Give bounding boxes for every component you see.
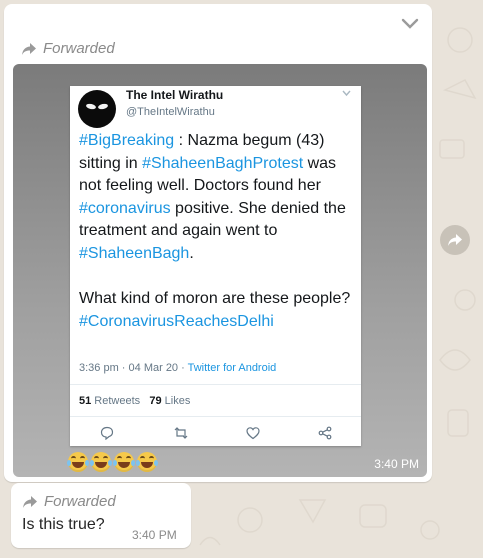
hashtag: #coronavirus bbox=[79, 199, 171, 217]
reply-icon bbox=[100, 426, 114, 440]
laughing-crying-emoji-icon bbox=[113, 452, 135, 472]
tweet-card: The Intel Wirathu @TheIntelWirathu #BigB… bbox=[70, 86, 361, 446]
tweet-meta: 3:36 pm · 04 Mar 20 · Twitter for Androi… bbox=[79, 362, 276, 374]
forwarded-indicator: Forwarded bbox=[21, 40, 115, 57]
forwarded-text-message[interactable]: Forwarded Is this true? 3:40 PM bbox=[11, 483, 191, 548]
tweet-actions bbox=[70, 426, 361, 442]
forwarded-indicator: Forwarded bbox=[22, 493, 116, 510]
laughing-crying-emoji-icon bbox=[136, 452, 158, 472]
reaction-emojis bbox=[67, 452, 158, 472]
divider bbox=[70, 416, 361, 417]
likes-label: Likes bbox=[161, 395, 191, 407]
divider bbox=[70, 384, 361, 385]
laughing-crying-emoji-icon bbox=[90, 452, 112, 472]
retweets-label: Retweets bbox=[91, 395, 141, 407]
chevron-down-icon[interactable] bbox=[400, 16, 420, 32]
forward-arrow-icon bbox=[448, 234, 462, 246]
message-text: Is this true? bbox=[22, 516, 105, 533]
forward-arrow-icon bbox=[23, 495, 37, 508]
tweet-source: Twitter for Android bbox=[187, 362, 277, 374]
avatar bbox=[78, 90, 116, 128]
forward-message-button[interactable] bbox=[440, 225, 470, 255]
forwarded-label: Forwarded bbox=[44, 493, 116, 510]
retweet-icon bbox=[174, 427, 188, 439]
forwarded-image-message[interactable]: Forwarded The Intel Wirathu @TheIntelWir… bbox=[4, 4, 432, 482]
forwarded-label: Forwarded bbox=[43, 40, 115, 57]
message-time: 3:40 PM bbox=[374, 457, 419, 471]
screenshot-image[interactable]: The Intel Wirathu @TheIntelWirathu #BigB… bbox=[13, 64, 427, 477]
hashtag: #CoronavirusReachesDelhi bbox=[79, 312, 274, 330]
retweets-count: 51 bbox=[79, 395, 92, 407]
likes-count: 79 bbox=[149, 395, 162, 407]
tweet-caret-icon bbox=[342, 90, 351, 97]
laughing-crying-emoji-icon bbox=[67, 452, 89, 472]
message-time: 3:40 PM bbox=[132, 528, 177, 542]
tweet-stats: 51 Retweets 79 Likes bbox=[79, 395, 190, 407]
tweet-text: #BigBreaking : Nazma begum (43) sitting … bbox=[79, 130, 355, 333]
hashtag: #ShaheenBaghProtest bbox=[142, 154, 304, 172]
tweet-timestamp: 3:36 pm · 04 Mar 20 · bbox=[79, 362, 188, 374]
like-icon bbox=[246, 427, 260, 440]
hashtag: #ShaheenBagh bbox=[79, 244, 190, 262]
share-icon bbox=[318, 426, 332, 440]
hashtag: #BigBreaking bbox=[79, 132, 175, 149]
tweet-display-name: The Intel Wirathu bbox=[126, 88, 224, 102]
forward-arrow-icon bbox=[22, 42, 36, 55]
tweet-handle: @TheIntelWirathu bbox=[126, 106, 215, 118]
